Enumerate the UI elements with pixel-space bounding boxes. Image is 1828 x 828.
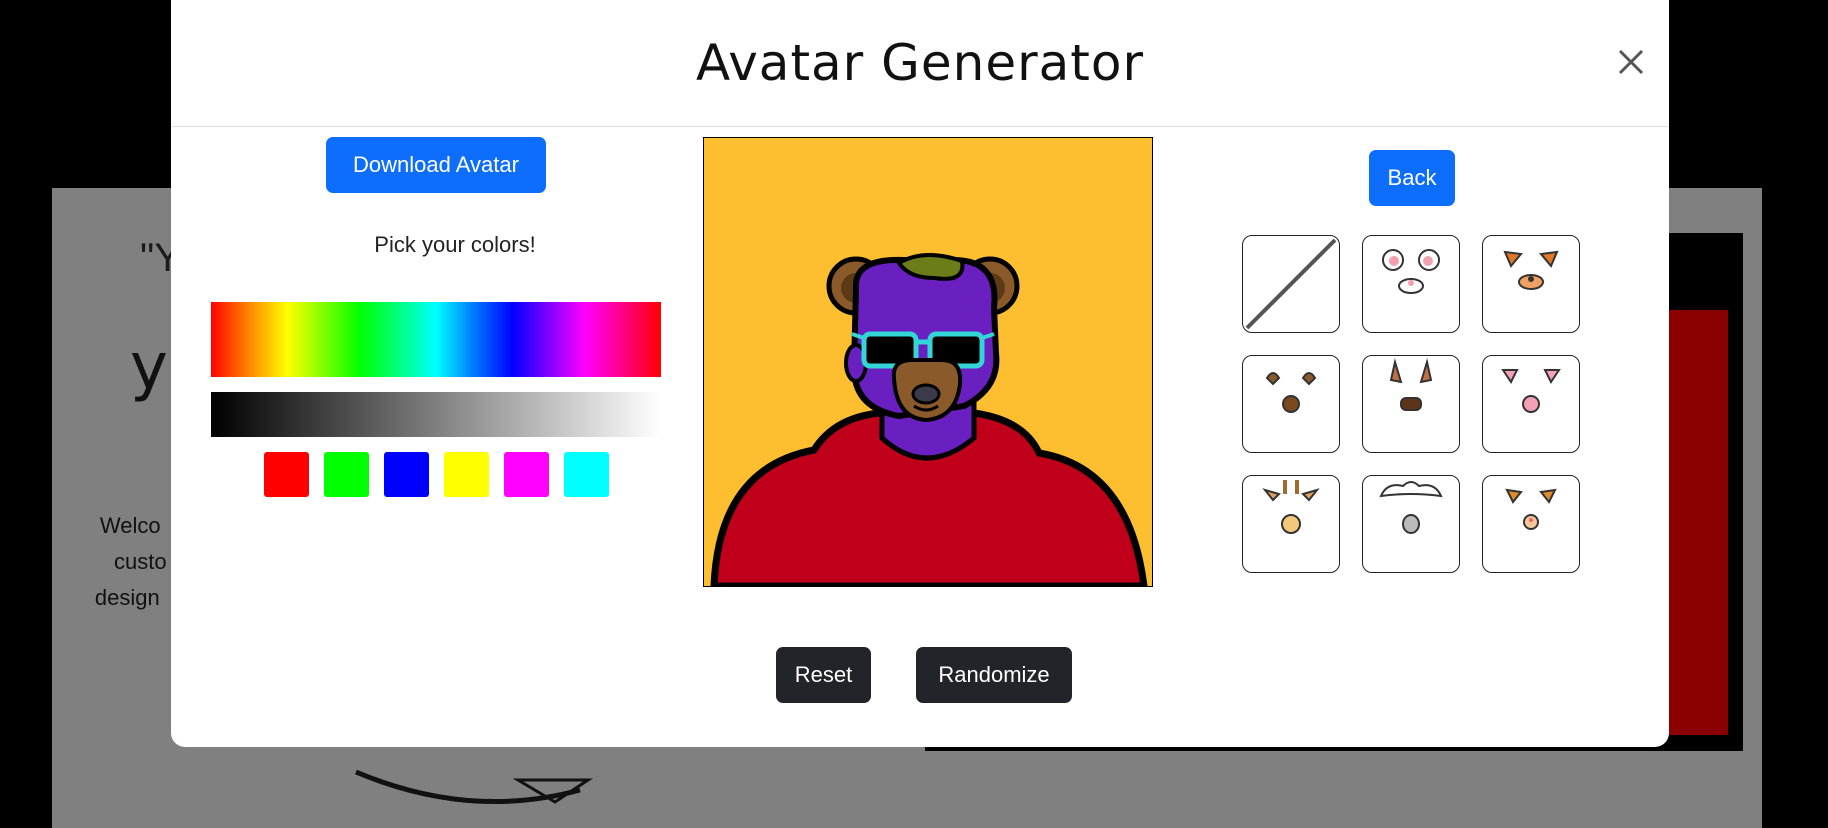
grayscale-color-picker[interactable] — [211, 392, 661, 437]
swatch-magenta[interactable] — [504, 452, 549, 497]
accessory-cat[interactable] — [1482, 475, 1580, 573]
randomize-button[interactable]: Randomize — [916, 647, 1072, 703]
bear-ears-icon — [1265, 372, 1317, 413]
pick-colors-label: Pick your colors! — [374, 232, 536, 257]
modal-header: Avatar Generator — [171, 0, 1669, 127]
back-button[interactable]: Back — [1369, 150, 1455, 206]
none-slash-icon — [1245, 238, 1337, 330]
swatch-blue[interactable] — [384, 452, 429, 497]
modal-title: Avatar Generator — [695, 34, 1145, 92]
accessory-pig[interactable] — [1482, 355, 1580, 453]
accessory-deer[interactable] — [1362, 355, 1460, 453]
download-avatar-button[interactable]: Download Avatar — [326, 137, 546, 193]
sheep-ears-icon — [1379, 481, 1443, 534]
swatch-green[interactable] — [324, 452, 369, 497]
accessory-giraffe[interactable] — [1242, 475, 1340, 573]
background-intro-line: custo — [114, 549, 167, 574]
deer-ears-icon — [1389, 358, 1433, 411]
background-intro-line: design — [94, 585, 160, 610]
bunny-ears-icon — [1382, 249, 1440, 294]
background-intro: Welco custo design — [94, 508, 167, 616]
swatch-yellow[interactable] — [444, 452, 489, 497]
accessory-bunny[interactable] — [1362, 235, 1460, 333]
accessory-none[interactable] — [1242, 235, 1340, 333]
swatch-cyan[interactable] — [564, 452, 609, 497]
background-intro-line: Welco — [99, 513, 161, 538]
pig-ears-icon — [1501, 369, 1561, 413]
close-icon[interactable] — [1613, 44, 1649, 80]
avatar-preview — [703, 137, 1153, 587]
accessory-bear[interactable] — [1242, 355, 1340, 453]
avatar-illustration — [710, 252, 1148, 586]
fox-ears-icon — [1503, 250, 1559, 290]
avatar-generator-modal: Avatar Generator Download Avatar Pick yo… — [171, 0, 1669, 747]
reset-button[interactable]: Reset — [776, 647, 871, 703]
arrow-icon — [355, 769, 593, 805]
giraffe-ears-icon — [1262, 480, 1320, 534]
hue-color-picker[interactable] — [211, 302, 661, 377]
swatch-red[interactable] — [264, 452, 309, 497]
accessory-fox[interactable] — [1482, 235, 1580, 333]
accessory-sheep[interactable] — [1362, 475, 1460, 573]
cat-ears-icon — [1505, 488, 1557, 530]
